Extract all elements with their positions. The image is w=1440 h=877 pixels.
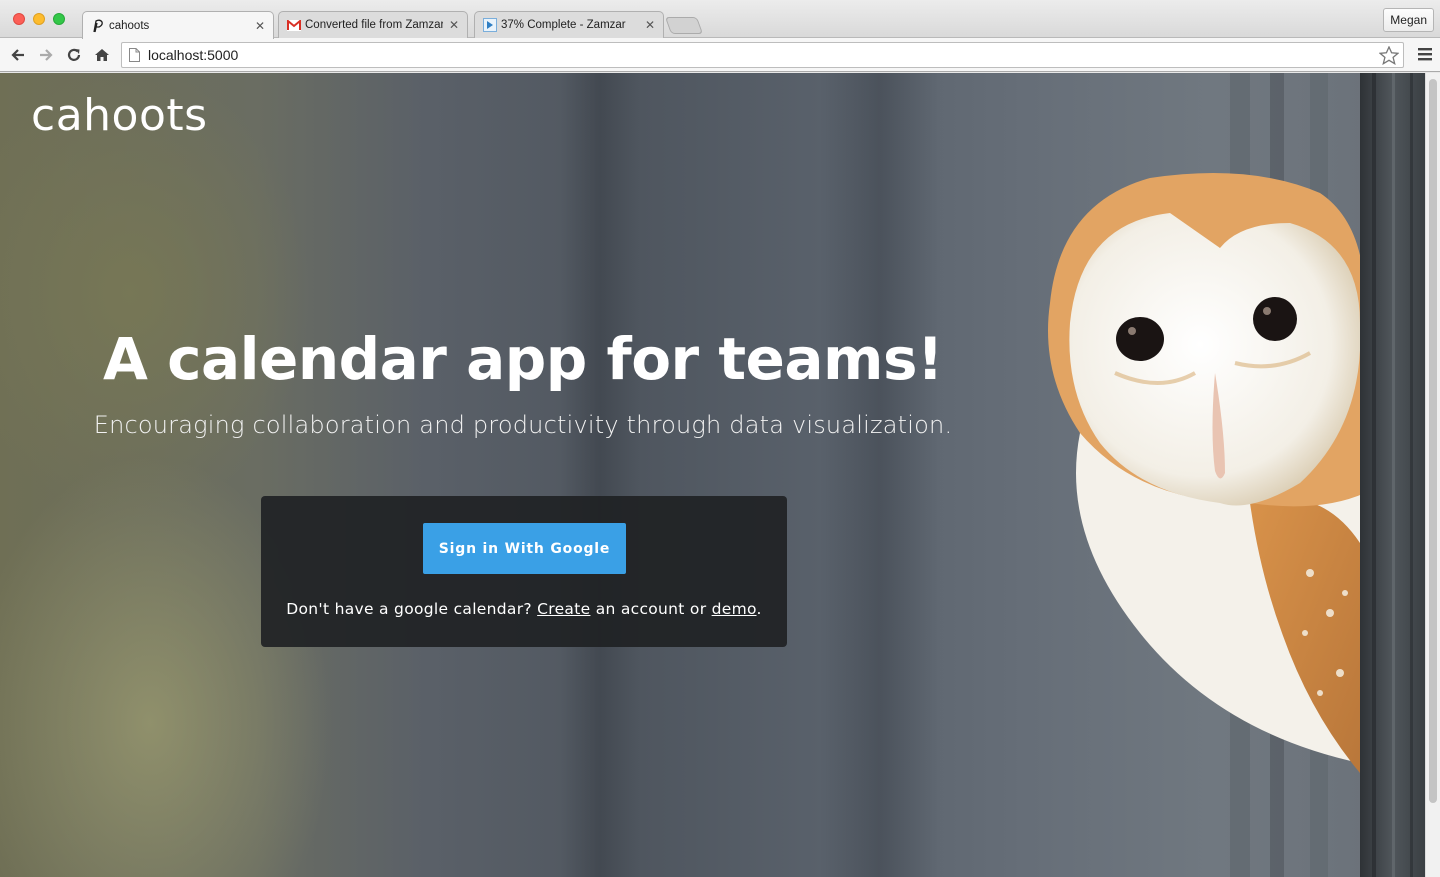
signin-note-prefix: Don't have a google calendar? [286, 600, 532, 618]
browser-titlebar: cahoots ✕ Converted file from Zamzar ✕ 3… [0, 0, 1440, 39]
profile-button[interactable]: Megan [1383, 8, 1434, 32]
page-viewport: cahoots A calendar app for teams! Encour… [0, 73, 1425, 877]
background-streak [820, 73, 940, 877]
page-scrollbar[interactable] [1425, 73, 1440, 877]
owl-photo [1048, 73, 1425, 877]
cahoots-favicon-icon [91, 19, 105, 33]
url-text: localhost:5000 [148, 47, 239, 63]
browser-menu-icon[interactable] [1418, 47, 1432, 66]
site-logo[interactable]: cahoots [31, 90, 208, 141]
scrollbar-thumb[interactable] [1429, 79, 1437, 803]
google-signin-button[interactable]: Sign in With Google [423, 523, 626, 574]
zamzar-icon [483, 18, 497, 32]
tab-title: Converted file from Zamzar [305, 19, 443, 31]
minimize-window-button[interactable] [33, 13, 45, 25]
create-account-link[interactable]: Create [537, 600, 590, 618]
back-arrow-icon[interactable] [7, 44, 29, 66]
tab-gmail[interactable]: Converted file from Zamzar ✕ [278, 11, 468, 38]
tab-close-icon[interactable]: ✕ [449, 18, 459, 32]
signin-note: Don't have a google calendar? Create an … [261, 600, 787, 618]
signin-note-suffix: . [756, 600, 762, 618]
reload-icon[interactable] [63, 44, 85, 66]
browser-toolbar: localhost:5000 [0, 38, 1440, 72]
hero-subheadline: Encouraging collaboration and productivi… [93, 411, 953, 439]
tab-title: cahoots [109, 19, 150, 32]
gmail-icon [287, 18, 301, 32]
page-icon [129, 48, 140, 67]
close-window-button[interactable] [13, 13, 25, 25]
background-streak [560, 73, 640, 877]
demo-link[interactable]: demo [712, 600, 757, 618]
home-icon[interactable] [91, 44, 113, 66]
forward-arrow-icon[interactable] [35, 44, 57, 66]
tab-close-icon[interactable]: ✕ [255, 19, 265, 33]
bookmark-star-icon[interactable] [1378, 45, 1400, 70]
address-bar[interactable]: localhost:5000 [121, 42, 1404, 68]
tab-title: 37% Complete - Zamzar [501, 19, 626, 31]
tab-close-icon[interactable]: ✕ [645, 18, 655, 32]
hero-headline: A calendar app for teams! [103, 325, 943, 393]
signin-note-middle: an account or [595, 600, 707, 618]
tab-zamzar[interactable]: 37% Complete - Zamzar ✕ [474, 11, 664, 38]
tab-cahoots[interactable]: cahoots ✕ [82, 11, 274, 39]
zoom-window-button[interactable] [53, 13, 65, 25]
signin-card: Sign in With Google Don't have a google … [261, 496, 787, 647]
new-tab-button[interactable] [664, 17, 704, 34]
